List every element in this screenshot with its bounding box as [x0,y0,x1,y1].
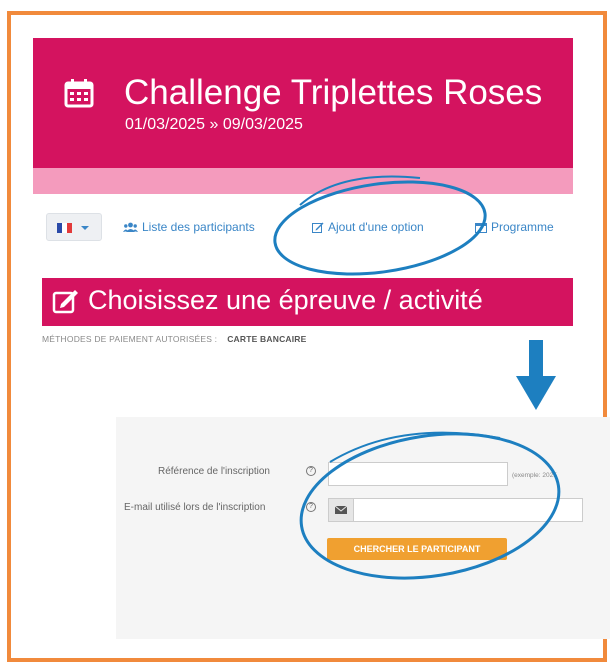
email-input[interactable] [353,498,583,522]
section-title: Choisissez une épreuve / activité [88,285,483,315]
nav-programme-link[interactable]: Programme [475,220,554,234]
search-participant-button[interactable]: CHERCHER LE PARTICIPANT [327,538,507,560]
event-title: Challenge Triplettes Roses [124,73,543,112]
event-nav: Liste des participants Ajout d'une optio… [33,194,573,266]
reference-input[interactable] [328,462,508,486]
payment-value: CARTE BANCAIRE [227,334,307,344]
reference-hint: (exemple: 2025 [512,472,557,479]
edit-icon [312,222,324,233]
users-icon [123,222,138,232]
help-icon: ? [306,502,316,512]
help-icon: ? [306,466,316,476]
nav-participants-link[interactable]: Liste des participants [123,220,255,234]
section-header: Choisissez une épreuve / activité [42,278,573,326]
nav-link-label: Programme [491,220,554,234]
event-page-screenshot: Challenge Triplettes Roses 01/03/2025 » … [33,38,573,360]
arrow-down-icon [516,340,556,410]
nav-add-option-link[interactable]: Ajout d'une option [312,220,424,234]
reference-label: Référence de l'inscription [158,466,270,477]
payment-methods: MÉTHODES DE PAIEMENT AUTORISÉES : CARTE B… [42,334,307,344]
edit-icon [52,290,78,314]
search-form-screenshot: Référence de l'inscription ? (exemple: 2… [116,417,610,639]
calendar-icon [64,79,94,108]
header-band [33,168,573,194]
payment-label: MÉTHODES DE PAIEMENT AUTORISÉES : [42,334,218,344]
email-label: E-mail utilisé lors de l'inscription [124,502,266,513]
event-dates: 01/03/2025 » 09/03/2025 [125,116,303,133]
event-header: Challenge Triplettes Roses 01/03/2025 » … [33,38,573,168]
language-dropdown[interactable] [46,213,102,241]
fr-flag-icon [57,223,72,233]
nav-link-label: Ajout d'une option [328,220,424,234]
envelope-icon [334,505,348,514]
calendar-icon [475,222,487,233]
chevron-down-icon [81,226,89,230]
nav-link-label: Liste des participants [142,220,255,234]
envelope-addon [328,498,354,522]
